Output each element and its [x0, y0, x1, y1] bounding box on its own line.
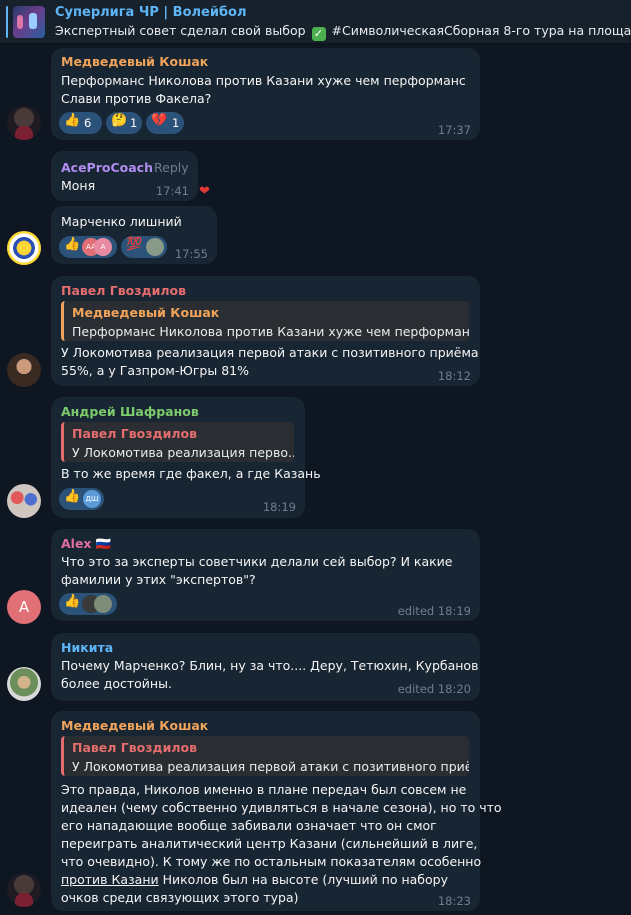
message-bubble[interactable]: Медведевый Кошак Перформанс Николова про…: [51, 48, 480, 140]
quoted-text: У Локомотива реализация перво...: [72, 445, 294, 460]
author-name[interactable]: Андрей Шафранов: [61, 404, 199, 419]
message-text[interactable]: Марченко лишний: [61, 213, 182, 231]
avatar[interactable]: [7, 231, 41, 265]
message-text[interactable]: Перформанс Николова против Казани хуже ч…: [61, 72, 466, 108]
pinned-thumbnail: [13, 6, 45, 38]
message-bubble[interactable]: Медведевый Кошак Павел Гвоздилов У Локом…: [51, 711, 502, 911]
message-bubble[interactable]: Никита Почему Марченко? Блин, ну за что.…: [51, 633, 480, 701]
message-text[interactable]: У Локомотива реализация первой атаки с п…: [61, 344, 479, 380]
message-time: 18:23: [437, 894, 471, 908]
reaction-broken-heart[interactable]: 💔 1: [146, 112, 184, 134]
quoted-reply[interactable]: Павел Гвоздилов У Локомотива реализация …: [61, 422, 294, 462]
avatar[interactable]: [7, 873, 41, 907]
avatar[interactable]: [7, 667, 41, 701]
pinned-title: Суперлига ЧР | Волейбол: [55, 5, 247, 20]
message-text[interactable]: Это правда, Николов именно в плане перед…: [61, 781, 502, 907]
author-name[interactable]: Никита: [61, 640, 113, 655]
quoted-text: Перформанс Николова против Казани хуже ч…: [72, 324, 469, 339]
message-time: 17:41: [155, 184, 189, 198]
avatar[interactable]: [7, 484, 41, 518]
message-text[interactable]: Моня: [61, 177, 95, 195]
quoted-reply[interactable]: Медведевый Кошак Перформанс Николова про…: [61, 301, 469, 341]
author-name[interactable]: Павел Гвоздилов: [61, 283, 186, 298]
quoted-author: Павел Гвоздилов: [72, 426, 198, 441]
reactor-avatar: ДШ: [83, 490, 101, 508]
avatar[interactable]: A: [7, 590, 41, 624]
reaction-thumbs-up[interactable]: 👍 ДШ: [59, 488, 104, 510]
pinned-indicator: [6, 6, 8, 38]
author-name[interactable]: Alex 🇷🇺: [61, 536, 111, 552]
reply-action[interactable]: Reply: [154, 160, 189, 175]
pinned-text: Экспертный совет сделал свой выбор ✓ #Си…: [55, 23, 631, 41]
check-icon: ✓: [311, 27, 326, 41]
reactor-avatar: [94, 595, 112, 613]
message-time: edited 18:19: [397, 604, 471, 618]
message-text[interactable]: Что это за эксперты советчики делали сей…: [61, 553, 453, 589]
text-link[interactable]: против Казани: [61, 872, 159, 887]
reaction-thumbs-up[interactable]: 👍 6: [59, 112, 102, 134]
author-name[interactable]: AceProCoach: [61, 160, 153, 175]
reactor-avatar: A: [94, 238, 112, 256]
reaction-thumbs-up[interactable]: 👍 AA A: [59, 236, 117, 258]
message-bubble[interactable]: Марченко лишний 👍 AA A 💯 17:55: [51, 206, 217, 264]
heart-reaction-icon[interactable]: ❤: [199, 184, 210, 199]
reaction-thinking[interactable]: 🤔 1: [106, 112, 142, 134]
message-bubble[interactable]: Андрей Шафранов Павел Гвоздилов У Локомо…: [51, 397, 321, 518]
author-name[interactable]: Медведевый Кошак: [61, 718, 208, 733]
message-bubble[interactable]: Павел Гвоздилов Медведевый Кошак Перформ…: [51, 276, 480, 386]
message-time: 17:55: [174, 247, 208, 261]
message-time: 17:37: [437, 123, 471, 137]
avatar[interactable]: [7, 106, 41, 140]
reaction-thumbs-up[interactable]: 👍: [59, 593, 117, 615]
quoted-reply[interactable]: Павел Гвоздилов У Локомотива реализация …: [61, 736, 469, 776]
message-bubble[interactable]: AceProCoach Reply Моня 17:41: [51, 151, 198, 201]
message-time: 18:12: [437, 369, 471, 383]
quoted-text: У Локомотива реализация первой атаки с п…: [72, 759, 469, 774]
message-time: edited 18:20: [397, 682, 471, 696]
message-time: 18:19: [262, 500, 296, 514]
reaction-hundred[interactable]: 💯: [121, 236, 167, 258]
author-name[interactable]: Медведевый Кошак: [61, 54, 208, 69]
avatar[interactable]: [7, 353, 41, 387]
pinned-message-bar[interactable]: Суперлига ЧР | Волейбол Экспертный совет…: [0, 0, 631, 44]
message-text[interactable]: В то же время где факел, а где Казань: [61, 465, 321, 483]
quoted-author: Медведевый Кошак: [72, 305, 220, 320]
reactor-avatar: [146, 238, 164, 256]
quoted-author: Павел Гвоздилов: [72, 740, 198, 755]
message-bubble[interactable]: Alex 🇷🇺 Что это за эксперты советчики де…: [51, 529, 480, 621]
